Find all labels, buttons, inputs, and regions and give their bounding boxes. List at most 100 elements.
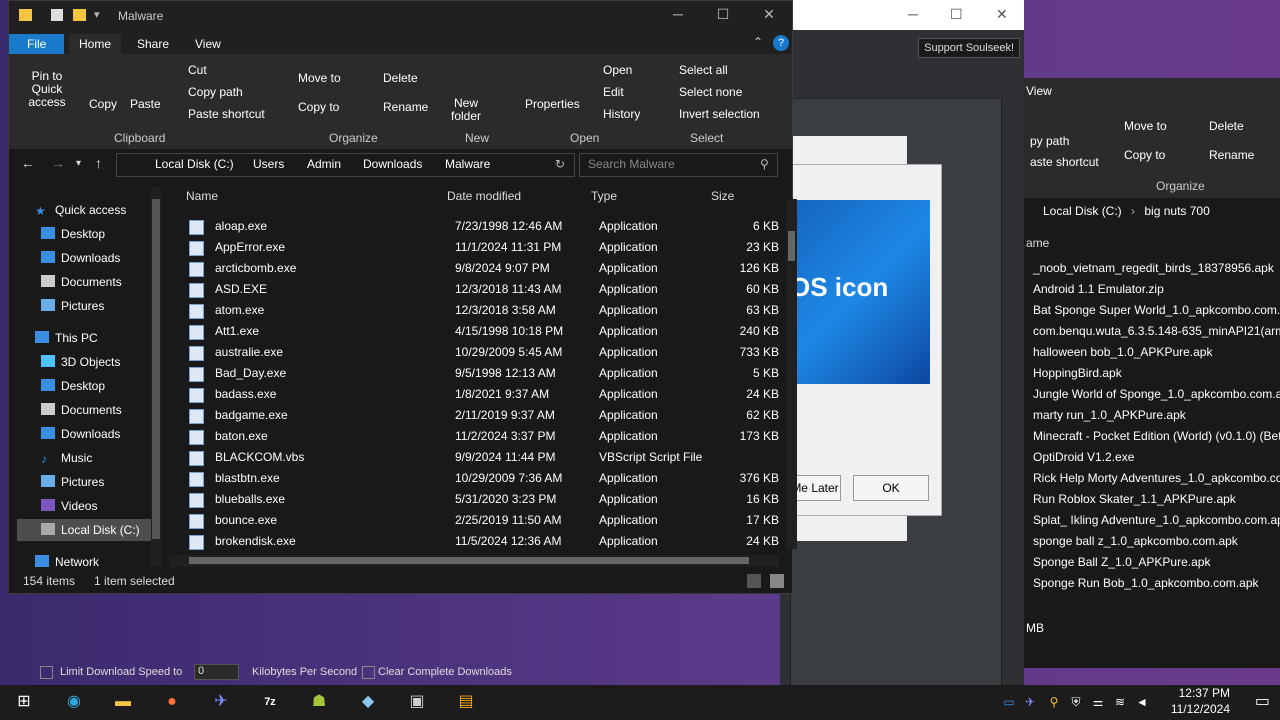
tab-share[interactable]: Share: [127, 34, 179, 54]
maximize-icon[interactable]: ☐: [950, 6, 963, 23]
select-all-button[interactable]: Select all: [679, 63, 728, 77]
scroll-thumb[interactable]: [152, 199, 160, 539]
address-bar[interactable]: Local Disk (C:) Users Admin Downloads Ma…: [116, 153, 575, 177]
tray-search-icon[interactable]: ⚲: [1042, 691, 1066, 713]
properties-quick-icon[interactable]: [51, 9, 63, 21]
firefox-icon[interactable]: ●: [160, 691, 184, 713]
tray-volume-icon[interactable]: ◄: [1130, 691, 1154, 713]
nav-item[interactable]: Desktop: [41, 223, 105, 245]
ok-button[interactable]: OK: [853, 475, 929, 501]
tray-wifi-icon[interactable]: ≋: [1108, 691, 1132, 713]
nav-item-local-disk[interactable]: Local Disk (C:): [17, 519, 151, 541]
select-none-button[interactable]: Select none: [679, 85, 742, 99]
list-item[interactable]: HoppingBird.apk: [1024, 363, 1280, 384]
invert-selection-button[interactable]: Invert selection: [679, 107, 760, 121]
forward-icon[interactable]: →: [51, 155, 65, 171]
back-icon[interactable]: ←: [21, 155, 35, 171]
crumb[interactable]: Local Disk (C:): [1043, 204, 1122, 218]
cut-button[interactable]: Cut: [188, 63, 207, 77]
up-icon[interactable]: ↑: [95, 155, 102, 171]
minimize-icon[interactable]: ─: [668, 6, 688, 22]
list-item[interactable]: Minecraft - Pocket Edition (World) (v0.1…: [1024, 426, 1280, 447]
tab-file[interactable]: File: [9, 34, 64, 54]
tray-soulseek-icon[interactable]: ✈: [1018, 691, 1042, 713]
history-button[interactable]: History: [603, 107, 640, 121]
table-row[interactable]: blueballs.exe 5/31/2020 3:23 PM Applicatio…: [169, 489, 779, 510]
soulseek-icon[interactable]: ✈: [209, 691, 233, 713]
clock[interactable]: 12:37 PM 11/12/2024: [1171, 685, 1230, 717]
refresh-icon[interactable]: ↻: [555, 157, 565, 171]
nav-item[interactable]: Pictures: [41, 471, 104, 493]
list-item[interactable]: Sponge Run Bob_1.0_apkcombo.com.apk: [1024, 573, 1280, 594]
minimize-icon[interactable]: ─: [908, 6, 918, 22]
large-icons-view-icon[interactable]: [770, 574, 784, 588]
table-row[interactable]: BLACKCOM.vbs 9/9/2024 11:44 PM VBScript Sc…: [169, 447, 779, 468]
android-icon[interactable]: ☗: [307, 691, 331, 713]
nav-item[interactable]: Documents: [41, 271, 122, 293]
list-item[interactable]: Bat Sponge Super World_1.0_apkcombo.com.…: [1024, 300, 1280, 321]
crumb[interactable]: Malware: [445, 157, 490, 171]
column-date[interactable]: Date modified: [447, 189, 521, 203]
table-row[interactable]: baton.exe 11/2/2024 3:37 PM Application 173…: [169, 426, 779, 447]
paste-button[interactable]: Paste: [130, 97, 161, 111]
tab-home[interactable]: Home: [69, 34, 122, 54]
nav-item[interactable]: Documents: [41, 399, 122, 421]
table-row[interactable]: atom.exe 12/3/2018 3:58 AM Application 63 K…: [169, 300, 779, 321]
close-icon[interactable]: ✕: [759, 6, 779, 23]
edge-icon[interactable]: ◉: [62, 691, 86, 713]
file-explorer-icon[interactable]: ▬: [111, 691, 135, 713]
crumb[interactable]: Downloads: [363, 157, 422, 171]
close-icon[interactable]: ✕: [996, 6, 1008, 23]
scroll-thumb[interactable]: [788, 231, 795, 261]
column-name[interactable]: Name: [186, 189, 218, 203]
recent-locations-icon[interactable]: ▾: [76, 158, 81, 169]
copy-path-button[interactable]: py path: [1030, 134, 1069, 148]
list-item[interactable]: halloween bob_1.0_APKPure.apk: [1024, 342, 1280, 363]
new-folder-button[interactable]: New folder: [446, 97, 486, 123]
move-to-button[interactable]: Move to: [1124, 119, 1167, 133]
nav-scrollbar[interactable]: [151, 187, 161, 567]
column-type[interactable]: Type: [591, 189, 617, 203]
list-item[interactable]: Rick Help Morty Adventures_1.0_apkcombo.…: [1024, 468, 1280, 489]
nav-item[interactable]: Videos: [41, 495, 97, 517]
list-item[interactable]: Jungle World of Sponge_1.0_apkcombo.com.…: [1024, 384, 1280, 405]
table-row[interactable]: bounce.exe 2/25/2019 11:50 AM Application 1…: [169, 510, 779, 531]
list-item[interactable]: com.benqu.wuta_6.3.5.148-635_minAPI21(ar…: [1024, 321, 1280, 342]
properties-button[interactable]: Properties: [525, 97, 580, 111]
table-row[interactable]: australie.exe 10/29/2009 5:45 AM Applicati…: [169, 342, 779, 363]
copy-to-button[interactable]: Copy to: [1124, 148, 1165, 162]
support-soulseek-button[interactable]: Support Soulseek!: [918, 38, 1020, 58]
crumb[interactable]: Admin: [307, 157, 341, 171]
7zip-icon[interactable]: 7z: [258, 691, 282, 713]
rename-button[interactable]: Rename: [1209, 148, 1254, 162]
nav-network[interactable]: Network: [35, 551, 99, 573]
crumb[interactable]: Users: [253, 157, 284, 171]
nav-item[interactable]: Downloads: [41, 247, 120, 269]
list-item[interactable]: sponge ball z_1.0_apkcombo.com.apk: [1024, 531, 1280, 552]
media-app-icon[interactable]: ▤: [454, 691, 478, 713]
copy-to-button[interactable]: Copy to: [298, 100, 339, 114]
tray-network-icon[interactable]: ⚌: [1086, 691, 1110, 713]
table-row[interactable]: Bad_Day.exe 9/5/1998 12:13 AM Application 5…: [169, 363, 779, 384]
scroll-thumb[interactable]: [189, 557, 749, 564]
pin-quick-access-button[interactable]: Pin to Quick access: [17, 70, 77, 109]
details-view-icon[interactable]: [747, 574, 761, 588]
table-row[interactable]: Att1.exe 4/15/1998 10:18 PM Application 240…: [169, 321, 779, 342]
list-item[interactable]: Run Roblox Skater_1.1_APKPure.apk: [1024, 489, 1280, 510]
nav-item[interactable]: ♪ Music: [41, 447, 92, 469]
list-item[interactable]: Sponge Ball Z_1.0_APKPure.apk: [1024, 552, 1280, 573]
tray-shield-icon[interactable]: ⛨: [1064, 691, 1088, 713]
search-input[interactable]: Search Malware ⚲: [579, 153, 778, 177]
start-icon[interactable]: ⊞: [12, 691, 36, 713]
column-size[interactable]: Size: [711, 189, 734, 203]
delete-button[interactable]: Delete: [383, 71, 418, 85]
table-row[interactable]: AppError.exe 11/1/2024 11:31 PM Applicatio…: [169, 237, 779, 258]
rename-button[interactable]: Rename: [383, 100, 428, 114]
new-folder-quick-icon[interactable]: [73, 9, 86, 21]
table-row[interactable]: aloap.exe 7/23/1998 12:46 AM Application 6 …: [169, 216, 779, 237]
horizontal-scrollbar[interactable]: [169, 555, 779, 567]
help-icon[interactable]: ?: [773, 35, 789, 51]
copy-button[interactable]: Copy: [89, 97, 117, 111]
right-name-column[interactable]: ame: [1026, 236, 1049, 250]
app-icon[interactable]: ◆: [356, 691, 380, 713]
